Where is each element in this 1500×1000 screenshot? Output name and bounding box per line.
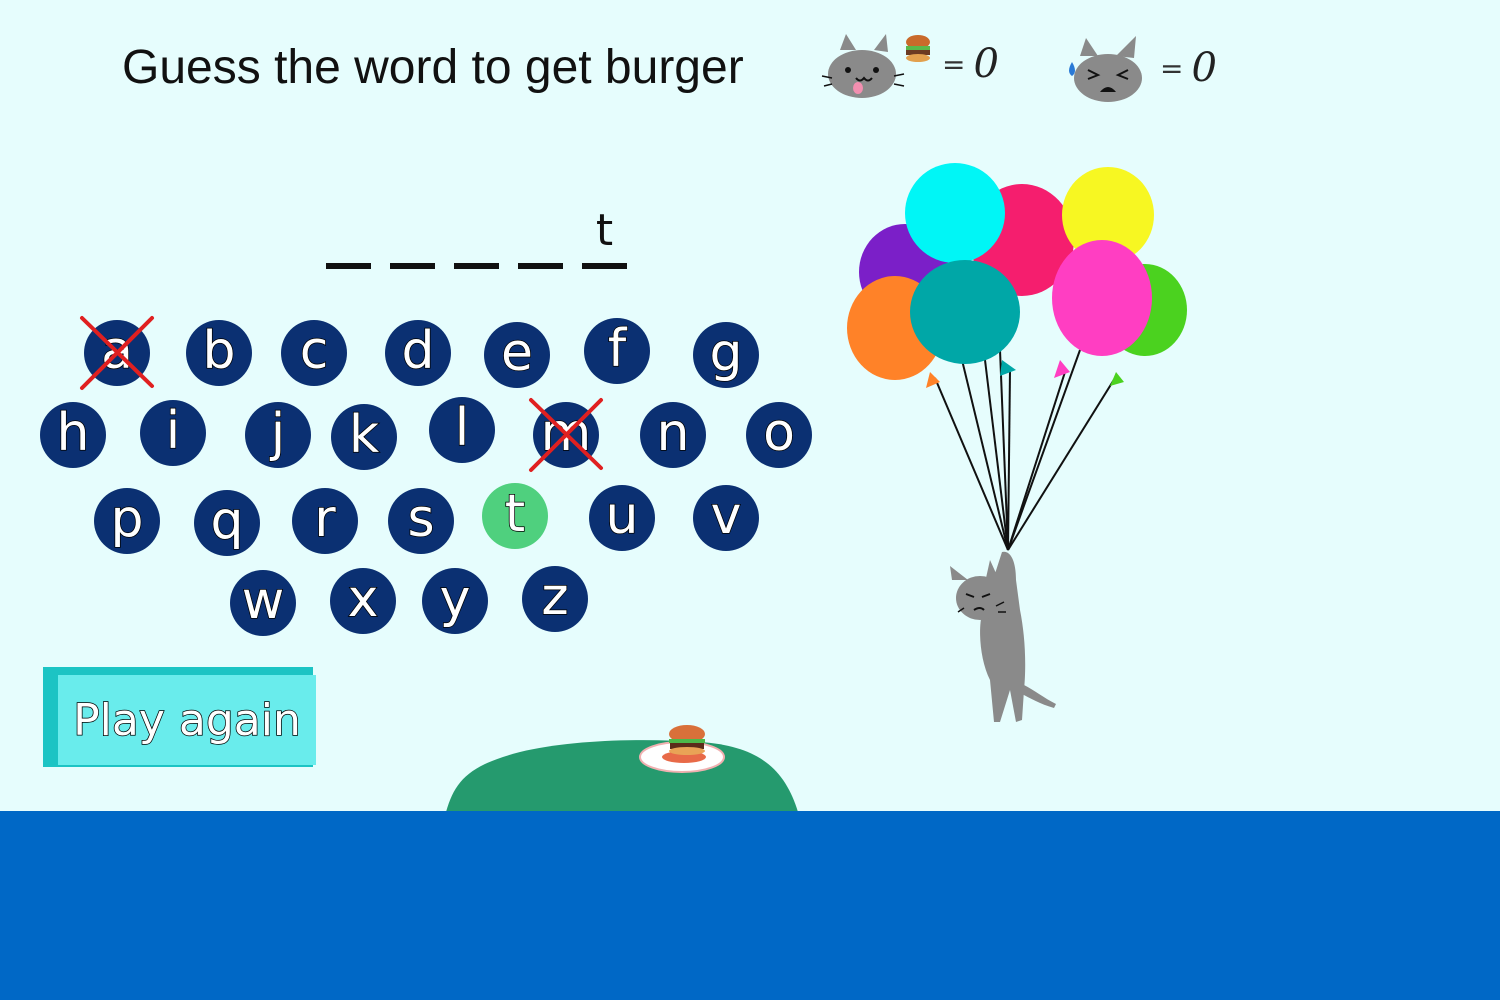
sea (0, 811, 1500, 1000)
burger-on-plate-icon (639, 725, 725, 773)
balloon-strings (934, 349, 1116, 551)
pink-balloon (1052, 240, 1152, 356)
island (446, 740, 798, 812)
teal-balloon (910, 260, 1020, 364)
cyan-balloon (905, 163, 1005, 263)
balloon-bunch (847, 163, 1187, 388)
hanging-cat (950, 551, 1056, 722)
